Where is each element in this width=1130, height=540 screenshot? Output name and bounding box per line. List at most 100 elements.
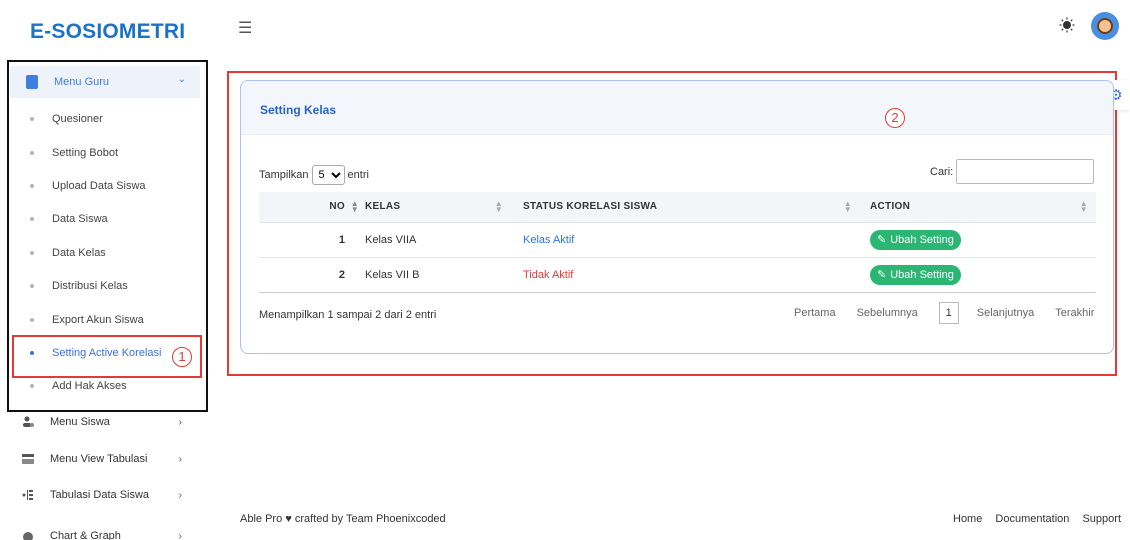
sidebar-item-menu-guru[interactable]: Menu Guru ⌄ (10, 66, 200, 98)
chevron-right-icon: › (178, 489, 182, 501)
entries-label: entri (347, 169, 369, 181)
sort-icon: ▲ ▼ (843, 199, 852, 214)
sidebar-subitem-data-kelas[interactable]: Data Kelas (30, 244, 106, 262)
sidebar-subitem-label: Data Siswa (52, 213, 108, 225)
sidebar-subitem-upload-data-siswa[interactable]: Upload Data Siswa (30, 177, 146, 195)
column-header-label: NO (329, 201, 345, 213)
sidebar-subitem-label: Add Hak Akses (52, 380, 127, 392)
cell-no: 2 (259, 256, 357, 293)
column-header-status[interactable]: STATUS KORELASI SISWA ▲ ▼ (511, 192, 860, 222)
footer-links: Home Documentation Support (953, 513, 1121, 525)
sidebar-item-label: Tabulasi Data Siswa (50, 489, 150, 501)
bullet-icon (30, 217, 34, 221)
chevron-right-icon: › (178, 453, 182, 465)
sidebar-item-label: Chart & Graph (50, 530, 121, 540)
annotation-number-2: 2 (885, 108, 905, 128)
cell-kelas: Kelas VIIA (357, 221, 511, 257)
card-header: Setting Kelas (241, 81, 1113, 135)
sidebar-item-menu-siswa[interactable]: Menu Siswa › (22, 413, 202, 431)
footer-credit: Able Pro ♥ crafted by Team Phoenixcoded (240, 513, 446, 525)
edit-icon: ✎ (877, 234, 887, 246)
sidebar-subitem-label: Setting Bobot (52, 147, 119, 159)
sidebar-subitem-label: Export Akun Siswa (52, 314, 144, 326)
ubah-setting-button[interactable]: ✎ Ubah Setting (870, 229, 961, 250)
bullet-icon (30, 151, 34, 155)
status-link[interactable]: Kelas Aktif (523, 234, 574, 246)
search-label: Cari: (930, 165, 954, 178)
sidebar-subitem-data-siswa[interactable]: Data Siswa (30, 210, 108, 228)
sidebar: E-SOSIOMETRI Menu Guru ⌄ Quesioner Setti… (0, 0, 210, 540)
sidebar-subitem-distribusi-kelas[interactable]: Distribusi Kelas (30, 277, 128, 295)
sidebar-item-label: Menu Siswa (50, 416, 110, 428)
footer-link-support[interactable]: Support (1082, 513, 1121, 525)
annotation-number-1: 1 (172, 347, 192, 367)
pager-next[interactable]: Selanjutnya (977, 307, 1035, 319)
sidebar-subitem-setting-bobot[interactable]: Setting Bobot (30, 144, 118, 162)
document-icon (26, 75, 38, 89)
user-avatar[interactable] (1091, 12, 1119, 40)
entries-select[interactable]: 5 (311, 165, 345, 185)
sidebar-subitem-label: Distribusi Kelas (52, 280, 128, 292)
footer-link-documentation[interactable]: Documentation (995, 513, 1069, 525)
cell-status: Kelas Aktif (511, 221, 860, 257)
button-label: Ubah Setting (890, 268, 954, 281)
entries-length-control: Tampilkan 5 entri (259, 165, 369, 185)
sort-icon: ▲ ▼ (494, 199, 503, 214)
bullet-icon (30, 384, 34, 388)
kelas-table: NO ▲ ▼ KELAS ▲ ▼ STATUS KORELASI SISWA ▲ ▼ ACT… (259, 192, 1096, 293)
sidebar-subitem-quesioner[interactable]: Quesioner (30, 110, 103, 128)
column-header-label: ACTION (870, 201, 911, 213)
app-logo[interactable]: E-SOSIOMETRI (30, 20, 185, 44)
bullet-icon (30, 184, 34, 188)
cell-action: ✎ Ubah Setting (860, 221, 1096, 257)
pager-current[interactable]: 1 (938, 302, 959, 324)
cell-no: 1 (259, 221, 357, 257)
chevron-right-icon: › (178, 416, 182, 428)
sidebar-subitem-label: Upload Data Siswa (52, 180, 146, 192)
column-header-action[interactable]: ACTION ▲ ▼ (860, 192, 1096, 222)
users-icon (22, 416, 34, 428)
sidebar-item-chart-graph[interactable]: Chart & Graph › (22, 527, 202, 540)
chevron-right-icon: › (178, 530, 182, 540)
show-label: Tampilkan (259, 169, 309, 181)
pagination: Pertama Sebelumnya 1 Selanjutnya Terakhi… (794, 302, 1094, 324)
cell-action: ✎ Ubah Setting (860, 256, 1096, 293)
pager-first[interactable]: Pertama (794, 307, 836, 319)
ubah-setting-button[interactable]: ✎ Ubah Setting (870, 264, 961, 285)
search-input[interactable] (956, 159, 1095, 184)
sidebar-item-menu-view-tabulasi[interactable]: Menu View Tabulasi › (22, 450, 202, 468)
bullet-icon (30, 318, 34, 322)
bullet-icon (30, 117, 34, 121)
footer-link-home[interactable]: Home (953, 513, 982, 525)
sort-icon: ▲ ▼ (1079, 199, 1088, 214)
button-label: Ubah Setting (890, 233, 954, 246)
table-row: 2 Kelas VII B Tidak Aktif ✎ Ubah Setting (259, 256, 1096, 293)
table-search: Cari: (930, 159, 1095, 184)
bullet-icon (30, 251, 34, 255)
cell-kelas: Kelas VII B (357, 256, 511, 293)
sidebar-subitem-label: Quesioner (52, 113, 103, 125)
chevron-down-icon: ⌄ (177, 74, 186, 85)
avatar-face-icon (1097, 18, 1113, 34)
pager-prev[interactable]: Sebelumnya (857, 307, 918, 319)
theme-toggle-icon[interactable] (1059, 17, 1075, 33)
sidebar-item-tabulasi-data-siswa[interactable]: Tabulasi Data Siswa › (22, 486, 202, 504)
column-header-kelas[interactable]: KELAS ▲ ▼ (357, 192, 511, 222)
card-title: Setting Kelas (260, 103, 337, 117)
pager-last[interactable]: Terakhir (1055, 307, 1094, 319)
sidebar-subitem-export-akun-siswa[interactable]: Export Akun Siswa (30, 311, 144, 329)
sidebar-item-label: Menu View Tabulasi (50, 453, 148, 465)
menu-toggle-icon[interactable]: ☰ (238, 18, 252, 38)
sidebar-subitem-add-hak-akses[interactable]: Add Hak Akses (30, 377, 127, 395)
column-header-no[interactable]: NO ▲ ▼ (259, 192, 359, 222)
table-info: Menampilkan 1 sampai 2 dari 2 entri (259, 309, 437, 321)
sidebar-subitem-label: Data Kelas (52, 247, 106, 259)
status-link[interactable]: Tidak Aktif (523, 269, 573, 281)
column-header-label: KELAS (365, 201, 401, 213)
hierarchy-icon (22, 489, 34, 501)
cell-status: Tidak Aktif (511, 256, 860, 293)
table-row: 1 Kelas VIIA Kelas Aktif ✎ Ubah Setting (259, 221, 1096, 257)
bullet-icon (30, 284, 34, 288)
edit-icon: ✎ (877, 269, 887, 281)
table-icon (22, 453, 34, 465)
